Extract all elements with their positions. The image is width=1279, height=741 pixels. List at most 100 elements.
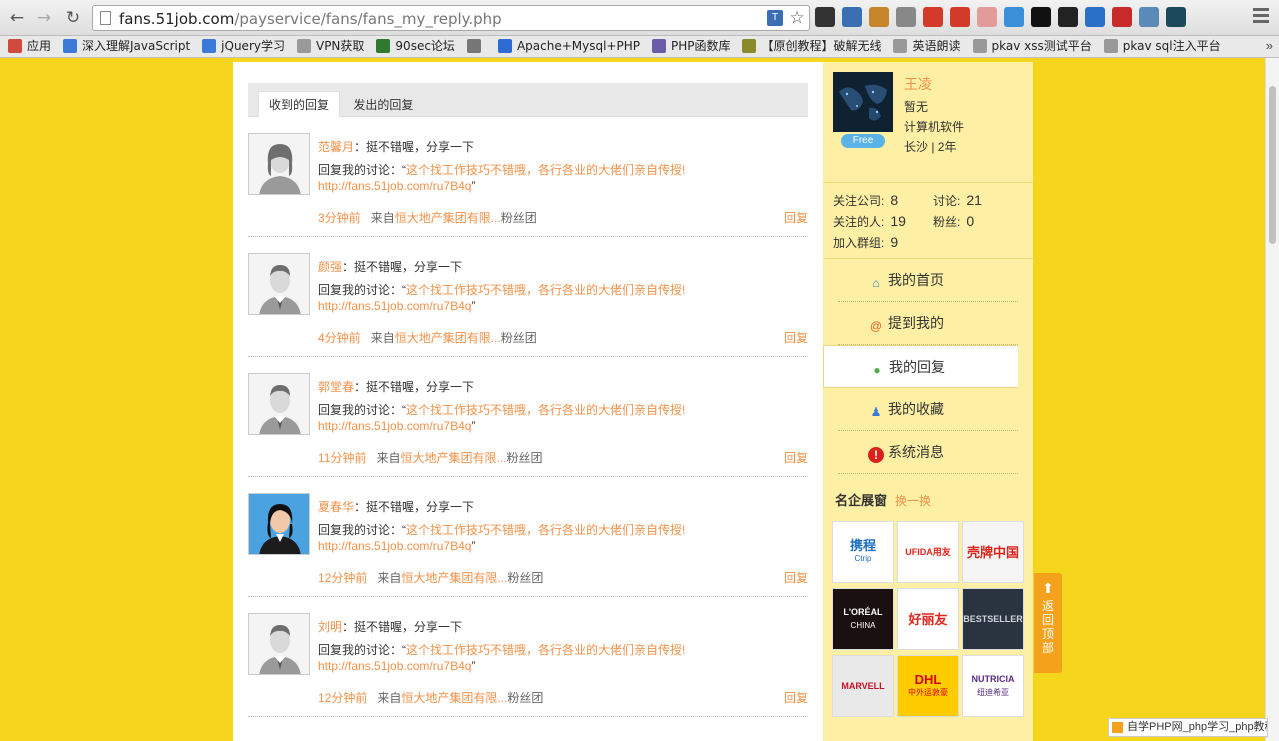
orion-logo[interactable]: 好丽友 xyxy=(897,588,959,650)
nutricia-logo[interactable]: NUTRICIA 纽迪希亚 xyxy=(962,655,1024,717)
reply-button[interactable]: 回复 xyxy=(784,449,808,466)
fan-group-link[interactable]: 恒大地产集团有限... xyxy=(401,571,507,585)
reply-button[interactable]: 回复 xyxy=(784,689,808,706)
bookmark-item[interactable]: pkav sql注入平台 xyxy=(1096,36,1221,57)
back-arrow-icon[interactable]: ← xyxy=(6,7,28,29)
extension-icon[interactable] xyxy=(1031,7,1051,27)
fan-group-link[interactable]: 恒大地产集团有限... xyxy=(401,691,507,705)
reply-button[interactable]: 回复 xyxy=(784,329,808,346)
discussion-topic-link[interactable]: 这个找工作技巧不错哦，各行各业的大佬们亲自传授! xyxy=(406,403,685,417)
discussion-topic-link[interactable]: 这个找工作技巧不错哦，各行各业的大佬们亲自传授! xyxy=(406,163,685,177)
bookmark-favicon-icon xyxy=(63,39,78,53)
brands-switch-link[interactable]: 换一换 xyxy=(895,494,931,508)
bookmark-item[interactable]: PHP函数库 xyxy=(644,36,730,57)
extension-icon[interactable] xyxy=(1058,7,1078,27)
discussion-topic-link[interactable]: 这个找工作技巧不错哦，各行各业的大佬们亲自传授! xyxy=(406,523,685,537)
extension-icon[interactable] xyxy=(815,7,835,27)
extension-icon[interactable] xyxy=(1085,7,1105,27)
extension-icon[interactable] xyxy=(842,7,862,27)
reply-button[interactable]: 回复 xyxy=(784,569,808,586)
translate-icon[interactable]: T xyxy=(767,10,783,26)
extension-icon[interactable] xyxy=(1004,7,1024,27)
forward-arrow-icon[interactable]: → xyxy=(33,7,55,29)
bookmark-item[interactable]: 【原创教程】破解无线 xyxy=(734,36,881,57)
short-url-link[interactable]: http://fans.51job.com/ru7B4q xyxy=(318,419,471,433)
tab-received-replies[interactable]: 收到的回复 xyxy=(258,91,341,117)
user-avatar[interactable] xyxy=(248,613,310,675)
bookmark-item[interactable]: 英语朗读 xyxy=(885,36,961,57)
reply-main: 收到的回复 发出的回复 范馨月：挺不错喔，分享一下 回复我的讨论：“这个找工作技巧… xyxy=(248,83,808,717)
reply-button[interactable]: 回复 xyxy=(784,209,808,226)
bookmarks-overflow-icon[interactable]: » xyxy=(1266,38,1273,53)
bookmark-item[interactable]: 应用 xyxy=(0,36,51,57)
bookmark-favicon-icon xyxy=(651,39,666,53)
bestseller-logo[interactable]: BESTSELLER xyxy=(962,588,1024,650)
stat-fans[interactable]: 粉丝: 0 xyxy=(933,213,974,230)
reply-user-name[interactable]: 刘明 xyxy=(318,620,342,634)
sidebar-nav-item[interactable]: ! 系统消息 xyxy=(838,431,1018,474)
ufida-logo[interactable]: UFIDA用友 xyxy=(897,521,959,583)
stat-following[interactable]: 关注的人: 19 xyxy=(833,213,906,230)
profile-name[interactable]: 王凌 xyxy=(904,74,932,94)
bookmark-item[interactable] xyxy=(459,36,486,57)
address-bar[interactable]: fans.51job.com/payservice/fans/fans_my_r… xyxy=(92,5,810,31)
loreal-logo[interactable]: L'ORÉAL CHINA xyxy=(832,588,894,650)
reply-user-name[interactable]: 范馨月 xyxy=(318,140,354,154)
star-icon[interactable]: ☆ xyxy=(789,9,805,26)
short-url-link[interactable]: http://fans.51job.com/ru7B4q xyxy=(318,539,471,553)
sidebar-nav-item[interactable]: ♟ 我的收藏 xyxy=(838,388,1018,431)
menu-icon[interactable] xyxy=(1253,8,1269,26)
user-avatar[interactable] xyxy=(248,253,310,315)
reply-header: 夏春华：挺不错喔，分享一下 xyxy=(318,498,474,515)
extension-icon[interactable] xyxy=(1166,7,1186,27)
extension-icon[interactable] xyxy=(1112,7,1132,27)
reply-user-name[interactable]: 郭堂春 xyxy=(318,380,354,394)
short-url-link[interactable]: http://fans.51job.com/ru7B4q xyxy=(318,179,471,193)
reply-user-name[interactable]: 夏春华 xyxy=(318,500,354,514)
short-url-link[interactable]: http://fans.51job.com/ru7B4q xyxy=(318,299,471,313)
fan-group-link[interactable]: 恒大地产集团有限... xyxy=(395,331,501,345)
user-avatar[interactable] xyxy=(248,373,310,435)
user-avatar[interactable] xyxy=(248,133,310,195)
reply-context-link: http://fans.51job.com/ru7B4q” xyxy=(318,419,476,433)
extension-icon[interactable] xyxy=(869,7,889,27)
bookmark-item[interactable]: pkav xss测试平台 xyxy=(965,36,1092,57)
user-avatar[interactable] xyxy=(248,493,310,555)
page-scrollbar[interactable] xyxy=(1265,58,1279,741)
shell-logo[interactable]: 壳牌中国 xyxy=(962,521,1024,583)
stat-discussions[interactable]: 讨论: 21 xyxy=(933,192,982,209)
extension-icon[interactable] xyxy=(977,7,997,27)
reply-text: 挺不错喔，分享一下 xyxy=(366,140,475,154)
dhl-logo[interactable]: DHL 中外运敦豪 xyxy=(897,655,959,717)
stat-groups[interactable]: 加入群组: 9 xyxy=(833,234,898,251)
fan-group-link[interactable]: 恒大地产集团有限... xyxy=(400,451,506,465)
fan-group-link[interactable]: 恒大地产集团有限... xyxy=(395,211,501,225)
extension-icon[interactable] xyxy=(923,7,943,27)
discussion-topic-link[interactable]: 这个找工作技巧不错哦，各行各业的大佬们亲自传授! xyxy=(406,643,685,657)
discussion-topic-link[interactable]: 这个找工作技巧不错哦，各行各业的大佬们亲自传授! xyxy=(406,283,685,297)
url-text[interactable]: fans.51job.com/payservice/fans/fans_my_r… xyxy=(119,10,502,28)
ctrip-logo[interactable]: 携程 Ctrip xyxy=(832,521,894,583)
sidebar-nav-item[interactable]: @ 提到我的 xyxy=(838,302,1018,345)
stat-companies[interactable]: 关注公司: 8 xyxy=(833,192,898,209)
extension-icon[interactable] xyxy=(1139,7,1159,27)
bookmark-item[interactable]: 90sec论坛 xyxy=(368,36,455,57)
free-badge: Free xyxy=(841,134,885,148)
marvell-logo[interactable]: MARVELL xyxy=(832,655,894,717)
sidebar-nav-item[interactable]: ● 我的回复 xyxy=(823,345,1018,388)
bookmark-item[interactable]: 深入理解JavaScript xyxy=(55,36,190,57)
profile-avatar[interactable] xyxy=(833,72,893,132)
extension-icon[interactable] xyxy=(896,7,916,27)
short-url-link[interactable]: http://fans.51job.com/ru7B4q xyxy=(318,659,471,673)
profile-line-1: 暂无 xyxy=(904,100,929,114)
extension-icon[interactable] xyxy=(950,7,970,27)
reload-icon[interactable]: ↻ xyxy=(62,7,84,29)
sidebar-nav-item[interactable]: ⌂ 我的首页 xyxy=(838,259,1018,302)
reply-user-name[interactable]: 颜强 xyxy=(318,260,342,274)
tab-sent-replies[interactable]: 发出的回复 xyxy=(343,92,423,118)
bookmark-item[interactable]: VPN获取 xyxy=(289,36,364,57)
back-to-top-button[interactable]: ⬆ 返回顶部 xyxy=(1034,573,1062,673)
bookmark-item[interactable]: Apache+Mysql+PHP xyxy=(490,36,640,57)
scrollbar-thumb[interactable] xyxy=(1269,86,1276,244)
bookmark-item[interactable]: jQuery学习 xyxy=(194,36,285,57)
